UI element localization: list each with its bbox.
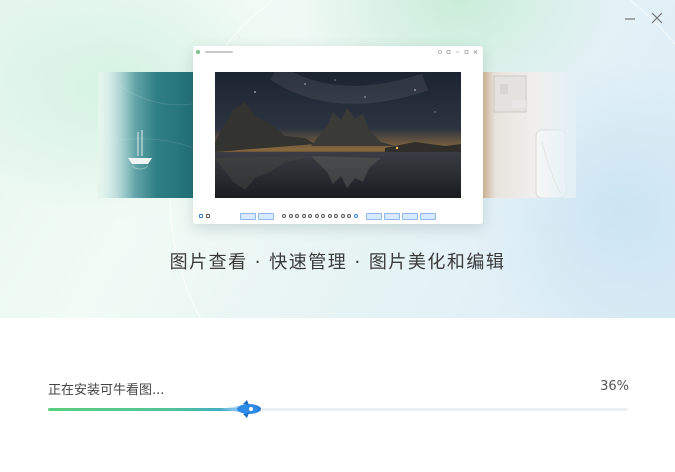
rocket-icon bbox=[217, 400, 261, 418]
toolbar-pill bbox=[420, 212, 436, 220]
preview-image-right bbox=[472, 72, 576, 198]
toolbar-icon bbox=[301, 214, 306, 218]
preview-titlebar bbox=[196, 50, 478, 54]
toolbar-icon bbox=[314, 214, 319, 218]
toolbar-icon bbox=[321, 214, 325, 218]
install-percent: 36% bbox=[600, 379, 629, 394]
sailboat-image bbox=[107, 85, 204, 170]
toolbar-icon bbox=[295, 214, 299, 218]
thumb-icon bbox=[199, 214, 203, 218]
install-status-text: 正在安装可牛看图... bbox=[48, 383, 165, 398]
minimize-icon bbox=[625, 18, 635, 20]
preview-toolbar bbox=[193, 210, 483, 222]
toolbar-icon bbox=[353, 214, 358, 218]
toolbar-icon bbox=[282, 214, 286, 218]
toolbar-pill bbox=[258, 212, 274, 220]
mountain-landscape-image bbox=[215, 72, 461, 198]
hero-banner: 图片查看 · 快速管理 · 图片美化和编辑 bbox=[0, 0, 675, 318]
toolbar-icon bbox=[334, 214, 338, 218]
toolbar-icon bbox=[308, 214, 312, 218]
toolbar-pill bbox=[366, 212, 382, 220]
minimize-button[interactable] bbox=[621, 9, 639, 27]
toolbar-icon bbox=[340, 214, 345, 218]
close-button[interactable] bbox=[648, 9, 666, 27]
feature-tagline: 图片查看 · 快速管理 · 图片美化和编辑 bbox=[169, 252, 506, 273]
app-preview-window bbox=[193, 46, 483, 224]
preview-image-left bbox=[98, 72, 204, 198]
toolbar-pill bbox=[240, 212, 256, 220]
toolbar-icon bbox=[288, 214, 293, 218]
progress-rocket bbox=[217, 398, 267, 424]
toolbar-icon bbox=[327, 214, 332, 218]
progress-track bbox=[48, 408, 628, 411]
toolbar-pill bbox=[384, 212, 400, 220]
main-photo bbox=[215, 72, 461, 198]
interior-image bbox=[493, 75, 567, 198]
folder-icon bbox=[205, 214, 210, 218]
close-icon bbox=[651, 12, 663, 24]
toolbar-pill bbox=[402, 212, 418, 220]
toolbar-icon bbox=[347, 214, 351, 218]
